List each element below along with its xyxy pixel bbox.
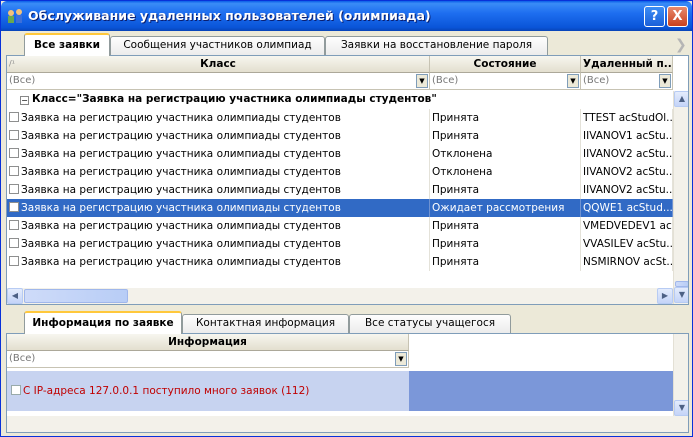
cell-state: Отклонена xyxy=(430,163,581,181)
cell-remote-user: VMEDVEDEV1 ac... xyxy=(581,217,673,235)
column-header-remote-user[interactable]: Удаленный п... xyxy=(581,56,673,73)
cell-state: Принята xyxy=(430,127,581,145)
info-row-extension xyxy=(409,371,673,411)
help-button[interactable]: ? xyxy=(644,6,665,27)
bottom-tab-strip: Информация по заявке Контактная информац… xyxy=(4,311,689,334)
row-checkbox[interactable] xyxy=(9,112,19,122)
horizontal-scroll-thumb[interactable] xyxy=(24,289,128,303)
cell-class: Заявка на регистрацию участника олимпиад… xyxy=(7,199,430,217)
column-header-class[interactable]: /¹ Класс xyxy=(7,56,430,73)
tab-all-requests[interactable]: Все заявки xyxy=(24,33,110,56)
scroll-up-icon[interactable]: ▲ xyxy=(674,91,688,107)
cell-class: Заявка на регистрацию участника олимпиад… xyxy=(7,127,430,145)
column-header-state[interactable]: Состояние xyxy=(430,56,581,73)
cell-state: Принята xyxy=(430,253,581,271)
cell-state: Принята xyxy=(430,109,581,127)
scroll-down-icon[interactable]: ▼ xyxy=(674,287,688,303)
tab-contact-info[interactable]: Контактная информация xyxy=(182,314,349,333)
info-row[interactable]: С IP-адреса 127.0.0.1 поступило много за… xyxy=(7,371,409,411)
info-row-checkbox[interactable] xyxy=(11,385,21,395)
filter-state[interactable]: (Все) ▼ xyxy=(430,73,581,90)
tabs-scroll-right-icon[interactable]: ❯ xyxy=(675,37,687,53)
cell-class: Заявка на регистрацию участника олимпиад… xyxy=(7,145,430,163)
cell-remote-user: NSMIRNOV acSt... xyxy=(581,253,673,271)
filter-remote-user[interactable]: (Все) ▼ xyxy=(581,73,673,90)
info-grid: Информация (Все) ▼ С IP-адреса 127.0.0.1… xyxy=(6,333,689,433)
cell-remote-user: IIVANOV2 acStu... xyxy=(581,181,673,199)
collapse-icon[interactable]: − xyxy=(20,96,29,105)
cell-state: Ожидает рассмотрения xyxy=(430,199,581,217)
row-checkbox[interactable] xyxy=(9,256,19,266)
row-checkbox[interactable] xyxy=(9,148,19,158)
cell-state: Принята xyxy=(430,181,581,199)
table-row[interactable]: Заявка на регистрацию участника олимпиад… xyxy=(7,217,673,235)
top-tab-strip: Все заявки Сообщения участников олимпиад… xyxy=(4,33,689,56)
row-checkbox[interactable] xyxy=(9,238,19,248)
table-row[interactable]: Заявка на регистрацию участника олимпиад… xyxy=(7,145,673,163)
cell-remote-user: IIVANOV1 acStu... xyxy=(581,127,673,145)
cell-remote-user: IIVANOV2 acStu... xyxy=(581,163,673,181)
column-header-info[interactable]: Информация xyxy=(7,334,409,351)
cell-class: Заявка на регистрацию участника олимпиад… xyxy=(7,109,430,127)
users-app-icon xyxy=(8,9,22,23)
info-row-text: С IP-адреса 127.0.0.1 поступило много за… xyxy=(23,385,310,397)
scroll-right-icon[interactable]: ▶ xyxy=(657,288,673,304)
cell-remote-user: IIVANOV2 acStu... xyxy=(581,145,673,163)
row-checkbox[interactable] xyxy=(9,202,19,212)
grid-vertical-scrollbar[interactable]: ▲ ▼ xyxy=(673,91,688,304)
filter-class[interactable]: (Все) ▼ xyxy=(7,73,430,90)
row-checkbox[interactable] xyxy=(9,184,19,194)
tab-request-info[interactable]: Информация по заявке xyxy=(24,311,182,334)
tab-participant-messages[interactable]: Сообщения участников олимпиад xyxy=(110,36,325,55)
cell-class: Заявка на регистрацию участника олимпиад… xyxy=(7,253,430,271)
sort-indicator-icon: /¹ xyxy=(9,59,15,68)
cell-class: Заявка на регистрацию участника олимпиад… xyxy=(7,235,430,253)
table-row[interactable]: Заявка на регистрацию участника олимпиад… xyxy=(7,181,673,199)
filter-class-dropdown-icon[interactable]: ▼ xyxy=(416,74,428,88)
filter-info-dropdown-icon[interactable]: ▼ xyxy=(395,352,407,366)
tab-student-statuses[interactable]: Все статусы учащегося xyxy=(349,314,511,333)
group-row[interactable]: − Класс="Заявка на регистрацию участника … xyxy=(7,91,437,108)
cell-remote-user: QQWE1 acStud... xyxy=(581,199,673,217)
grid-horizontal-scrollbar[interactable]: ◀ ▶ xyxy=(7,288,673,304)
close-button[interactable]: X xyxy=(667,6,688,27)
cell-state: Принята xyxy=(430,235,581,253)
row-checkbox[interactable] xyxy=(9,130,19,140)
cell-state: Отклонена xyxy=(430,145,581,163)
client-area: Все заявки Сообщения участников олимпиад… xyxy=(4,31,689,435)
filter-state-dropdown-icon[interactable]: ▼ xyxy=(567,74,579,88)
table-row[interactable]: Заявка на регистрацию участника олимпиад… xyxy=(7,235,673,253)
filter-info[interactable]: (Все) ▼ xyxy=(7,351,409,368)
table-row[interactable]: Заявка на регистрацию участника олимпиад… xyxy=(7,163,673,181)
table-row[interactable]: Заявка на регистрацию участника олимпиад… xyxy=(7,109,673,127)
table-row[interactable]: Заявка на регистрацию участника олимпиад… xyxy=(7,253,673,271)
cell-class: Заявка на регистрацию участника олимпиад… xyxy=(7,181,430,199)
row-checkbox[interactable] xyxy=(9,166,19,176)
main-window: Обслуживание удаленных пользователей (ол… xyxy=(0,0,693,437)
tab-password-recovery[interactable]: Заявки на восстановление пароля xyxy=(325,36,548,55)
table-row[interactable]: Заявка на регистрацию участника олимпиад… xyxy=(7,127,673,145)
cell-state: Принята xyxy=(430,217,581,235)
cell-remote-user: VVASILEV acStu... xyxy=(581,235,673,253)
scroll-left-icon[interactable]: ◀ xyxy=(7,288,23,304)
cell-class: Заявка на регистрацию участника олимпиад… xyxy=(7,163,430,181)
table-row[interactable]: Заявка на регистрацию участника олимпиад… xyxy=(7,199,673,217)
info-horizontal-scrollbar[interactable] xyxy=(7,416,688,432)
row-checkbox[interactable] xyxy=(9,220,19,230)
cell-remote-user: TTEST acStudOl... xyxy=(581,109,673,127)
cell-class: Заявка на регистрацию участника олимпиад… xyxy=(7,217,430,235)
filter-remote-user-dropdown-icon[interactable]: ▼ xyxy=(659,74,671,88)
info-vertical-scrollbar[interactable]: ▼ xyxy=(673,334,688,416)
window-title: Обслуживание удаленных пользователей (ол… xyxy=(28,8,431,23)
info-scroll-down-icon[interactable]: ▼ xyxy=(674,400,688,416)
requests-grid: /¹ Класс Состояние Удаленный п... (Все) … xyxy=(6,55,689,305)
title-bar[interactable]: Обслуживание удаленных пользователей (ол… xyxy=(1,1,692,31)
